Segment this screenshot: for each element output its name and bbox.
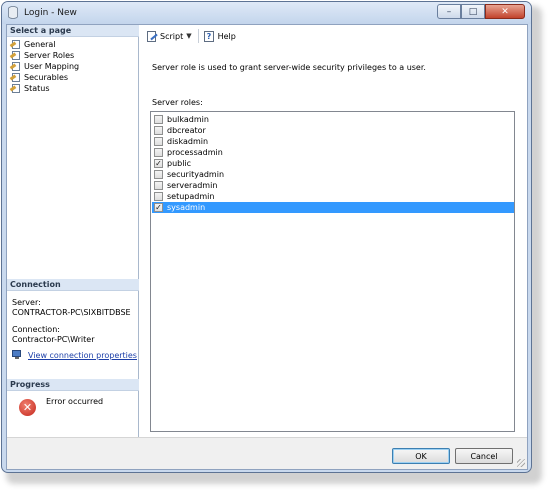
page-item-general[interactable]: General <box>9 39 56 50</box>
page-item-label: Server Roles <box>24 51 75 60</box>
role-item-public[interactable]: ✓ public <box>152 158 514 169</box>
role-checkbox[interactable]: ✓ <box>154 159 163 168</box>
view-connection-properties-label: View connection properties <box>28 350 137 360</box>
server-value: CONTRACTOR-PC\SIXBITDBSE <box>12 308 131 317</box>
view-connection-properties-link[interactable]: View connection properties <box>12 350 137 360</box>
role-checkbox[interactable] <box>154 181 163 190</box>
close-button[interactable]: ✕ <box>485 4 525 19</box>
login-dialog: Login - New – □ ✕ Select a page General … <box>1 1 532 473</box>
role-item-securityadmin[interactable]: securityadmin <box>152 169 514 180</box>
select-page-header: Select a page <box>7 25 139 37</box>
role-item-setupadmin[interactable]: setupadmin <box>152 191 514 202</box>
page-item-label: General <box>24 40 56 49</box>
cancel-button[interactable]: Cancel <box>455 448 513 464</box>
role-item-processadmin[interactable]: processadmin <box>152 147 514 158</box>
role-checkbox[interactable]: ✓ <box>154 203 163 212</box>
chevron-down-icon[interactable]: ▼ <box>186 32 191 40</box>
role-name: serveradmin <box>167 181 218 190</box>
dialog-client-area: Select a page General Server Roles User … <box>6 24 528 470</box>
page-item-status[interactable]: Status <box>9 83 50 94</box>
connection-value: Contractor-PC\Writer <box>12 335 95 344</box>
progress-status: ✕ Error occurred <box>19 397 103 416</box>
ok-button[interactable]: OK <box>392 448 450 464</box>
resize-grip[interactable] <box>517 459 525 467</box>
role-checkbox[interactable] <box>154 192 163 201</box>
page-description: Server role is used to grant server-wide… <box>152 63 426 72</box>
page-wrench-icon <box>9 84 20 93</box>
role-item-diskadmin[interactable]: diskadmin <box>152 136 514 147</box>
title-bar: Login - New – □ ✕ <box>2 2 531 24</box>
page-wrench-icon <box>9 73 20 82</box>
script-button[interactable]: Script ▼ <box>146 30 192 42</box>
role-item-sysadmin[interactable]: ✓ sysadmin <box>152 202 514 213</box>
toolbar: Script ▼ ? Help <box>140 25 527 47</box>
left-pane: Select a page General Server Roles User … <box>7 25 139 437</box>
help-label: Help <box>217 31 236 41</box>
progress-status-text[interactable]: Error occurred <box>46 397 103 406</box>
role-item-serveradmin[interactable]: serveradmin <box>152 180 514 191</box>
right-pane: Script ▼ ? Help Server role is used to g… <box>140 25 527 437</box>
role-name: securityadmin <box>167 170 225 179</box>
role-checkbox[interactable] <box>154 148 163 157</box>
toolbar-separator <box>197 29 199 43</box>
server-roles-list[interactable]: bulkadmin dbcreator diskadmin processadm… <box>150 111 515 432</box>
minimize-button[interactable]: – <box>437 4 461 19</box>
server-label: Server: <box>12 298 41 307</box>
role-name: processadmin <box>167 148 223 157</box>
help-icon: ? <box>203 30 215 42</box>
error-icon: ✕ <box>19 399 36 416</box>
connection-label: Connection: <box>12 325 60 334</box>
role-checkbox[interactable] <box>154 126 163 135</box>
maximize-button[interactable]: □ <box>461 4 485 19</box>
server-roles-label: Server roles: <box>152 98 203 107</box>
role-name: diskadmin <box>167 137 209 146</box>
window-controls: – □ ✕ <box>437 4 525 19</box>
role-name: bulkadmin <box>167 115 209 124</box>
page-item-server-roles[interactable]: Server Roles <box>9 50 75 61</box>
script-icon <box>146 30 158 42</box>
database-icon <box>8 6 18 19</box>
role-name: sysadmin <box>167 203 206 212</box>
page-item-label: User Mapping <box>24 62 80 71</box>
page-item-label: Securables <box>24 73 69 82</box>
progress-header: Progress <box>7 379 139 391</box>
role-name: setupadmin <box>167 192 215 201</box>
window-title: Login - New <box>24 8 77 18</box>
page-wrench-icon <box>9 40 20 49</box>
role-checkbox[interactable] <box>154 170 163 179</box>
role-checkbox[interactable] <box>154 137 163 146</box>
page-item-securables[interactable]: Securables <box>9 72 69 83</box>
role-name: public <box>167 159 192 168</box>
script-label: Script <box>160 31 184 41</box>
monitor-icon <box>12 350 24 360</box>
page-wrench-icon <box>9 51 20 60</box>
role-item-bulkadmin[interactable]: bulkadmin <box>152 114 514 125</box>
role-item-dbcreator[interactable]: dbcreator <box>152 125 514 136</box>
role-checkbox[interactable] <box>154 115 163 124</box>
dialog-button-bar: OK Cancel <box>7 437 527 469</box>
page-wrench-icon <box>9 62 20 71</box>
page-item-label: Status <box>24 84 50 93</box>
connection-header: Connection <box>7 279 139 291</box>
role-name: dbcreator <box>167 126 206 135</box>
help-button[interactable]: ? Help <box>203 30 236 42</box>
page-item-user-mapping[interactable]: User Mapping <box>9 61 80 72</box>
